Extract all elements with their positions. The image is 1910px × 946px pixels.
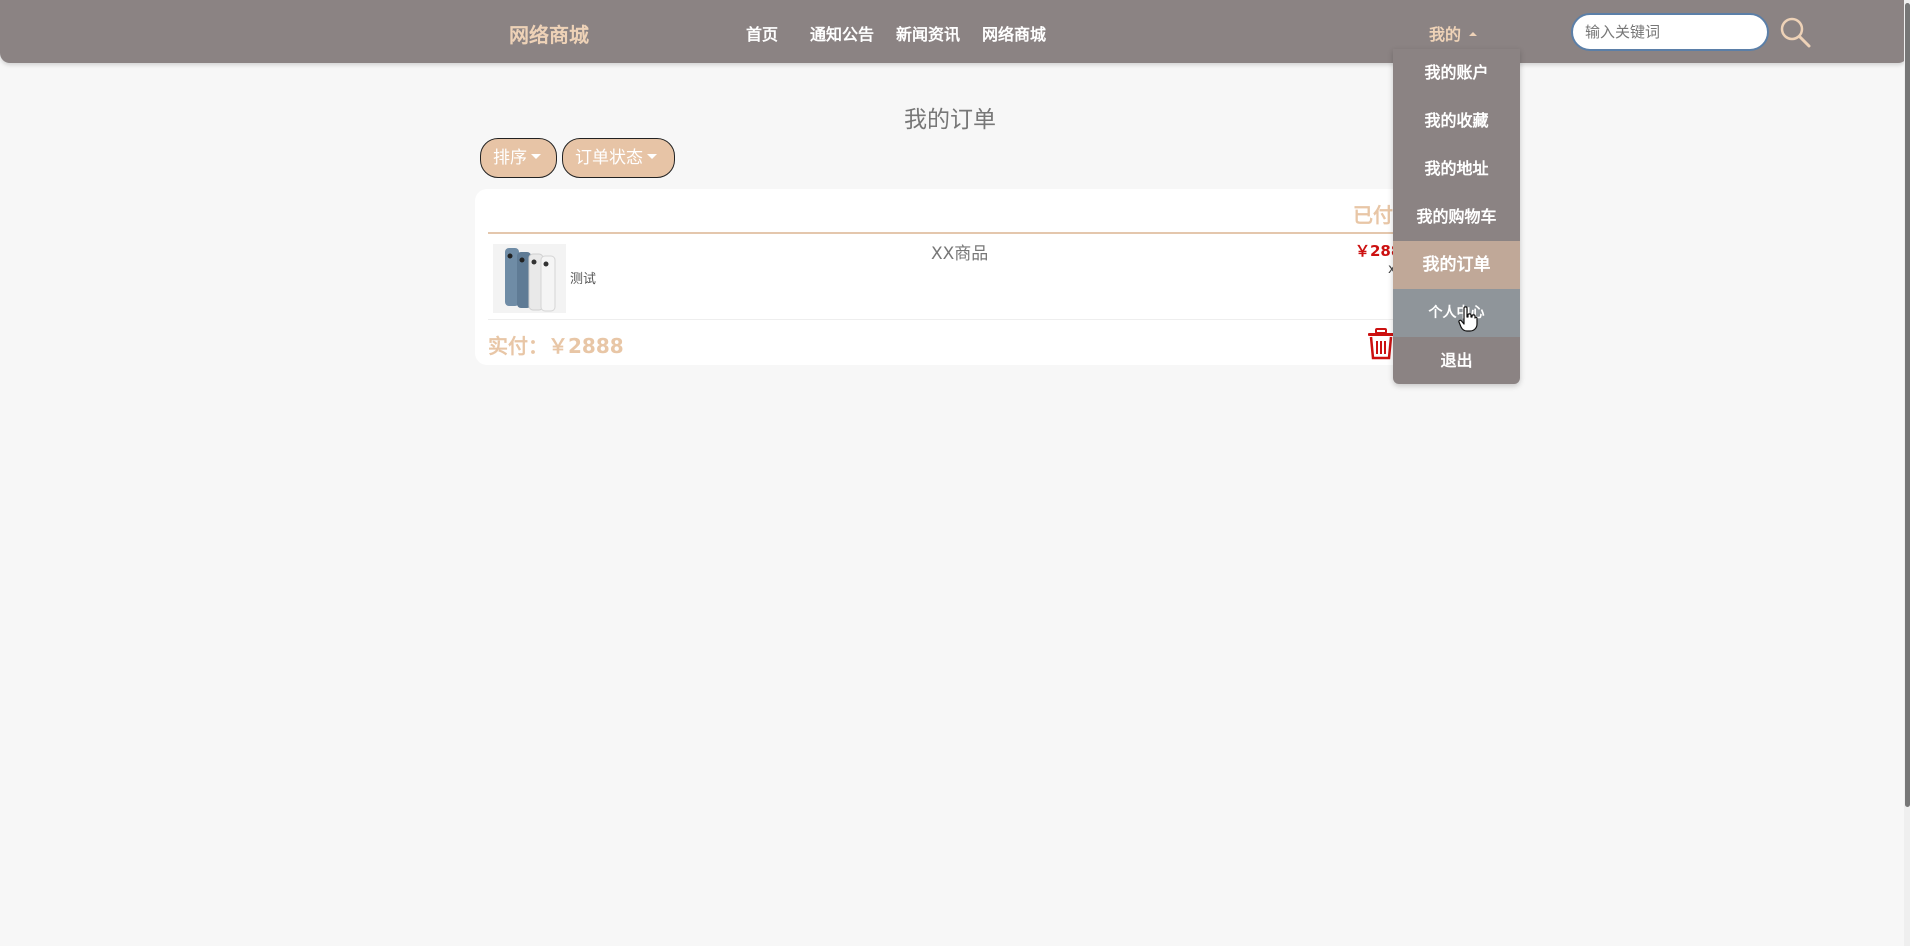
row-divider <box>488 319 1488 320</box>
nav-links: 首页 通知公告 新闻资讯 网络商城 <box>746 21 1046 45</box>
order-status-label: 订单状态 <box>575 148 643 168</box>
my-menu-toggle[interactable]: 我的 <box>1429 21 1478 45</box>
nav-link-home[interactable]: 首页 <box>746 21 778 45</box>
menu-item-logout[interactable]: 退出 <box>1393 337 1520 384</box>
menu-item-favorites[interactable]: 我的收藏 <box>1393 97 1520 145</box>
brand-logo[interactable]: 网络商城 <box>509 19 589 48</box>
sort-label: 排序 <box>493 148 527 168</box>
sort-dropdown-button[interactable]: 排序 <box>480 138 557 178</box>
product-description: 测试 <box>570 272 597 287</box>
search-icon[interactable] <box>1778 15 1812 49</box>
menu-item-address[interactable]: 我的地址 <box>1393 145 1520 193</box>
order-card: 已付款 测试 XX商品 ￥2888 x1 实付：￥2888 <box>475 189 1495 365</box>
product-thumbnail[interactable] <box>493 244 566 313</box>
page-title-text: 我的订单 <box>904 107 996 133</box>
paid-total: 实付：￥2888 <box>488 334 624 358</box>
trash-icon[interactable] <box>1366 328 1396 360</box>
menu-item-account[interactable]: 我的账户 <box>1393 49 1520 97</box>
caret-down-icon <box>531 153 541 159</box>
card-divider <box>488 232 1488 234</box>
nav-link-shop[interactable]: 网络商城 <box>982 21 1046 45</box>
search-input[interactable] <box>1571 13 1769 51</box>
page-title: 我的订单 <box>0 100 1900 134</box>
nav-link-news[interactable]: 新闻资讯 <box>896 21 960 45</box>
my-menu-label: 我的 <box>1429 25 1462 44</box>
caret-down-icon <box>647 153 657 159</box>
menu-item-cart[interactable]: 我的购物车 <box>1393 193 1520 241</box>
menu-item-orders[interactable]: 我的订单 <box>1393 241 1520 289</box>
scrollbar-thumb[interactable] <box>1905 3 1910 807</box>
top-navbar: 网络商城 首页 通知公告 新闻资讯 网络商城 我的 <box>0 0 1908 63</box>
nav-link-notice[interactable]: 通知公告 <box>810 21 874 45</box>
my-dropdown-menu: 我的账户 我的收藏 我的地址 我的购物车 我的订单 个人中心 退出 <box>1393 49 1520 384</box>
menu-item-profile[interactable]: 个人中心 <box>1393 289 1520 337</box>
product-name[interactable]: XX商品 <box>931 239 988 264</box>
order-status-dropdown-button[interactable]: 订单状态 <box>562 138 675 178</box>
caret-up-icon <box>1469 31 1478 36</box>
